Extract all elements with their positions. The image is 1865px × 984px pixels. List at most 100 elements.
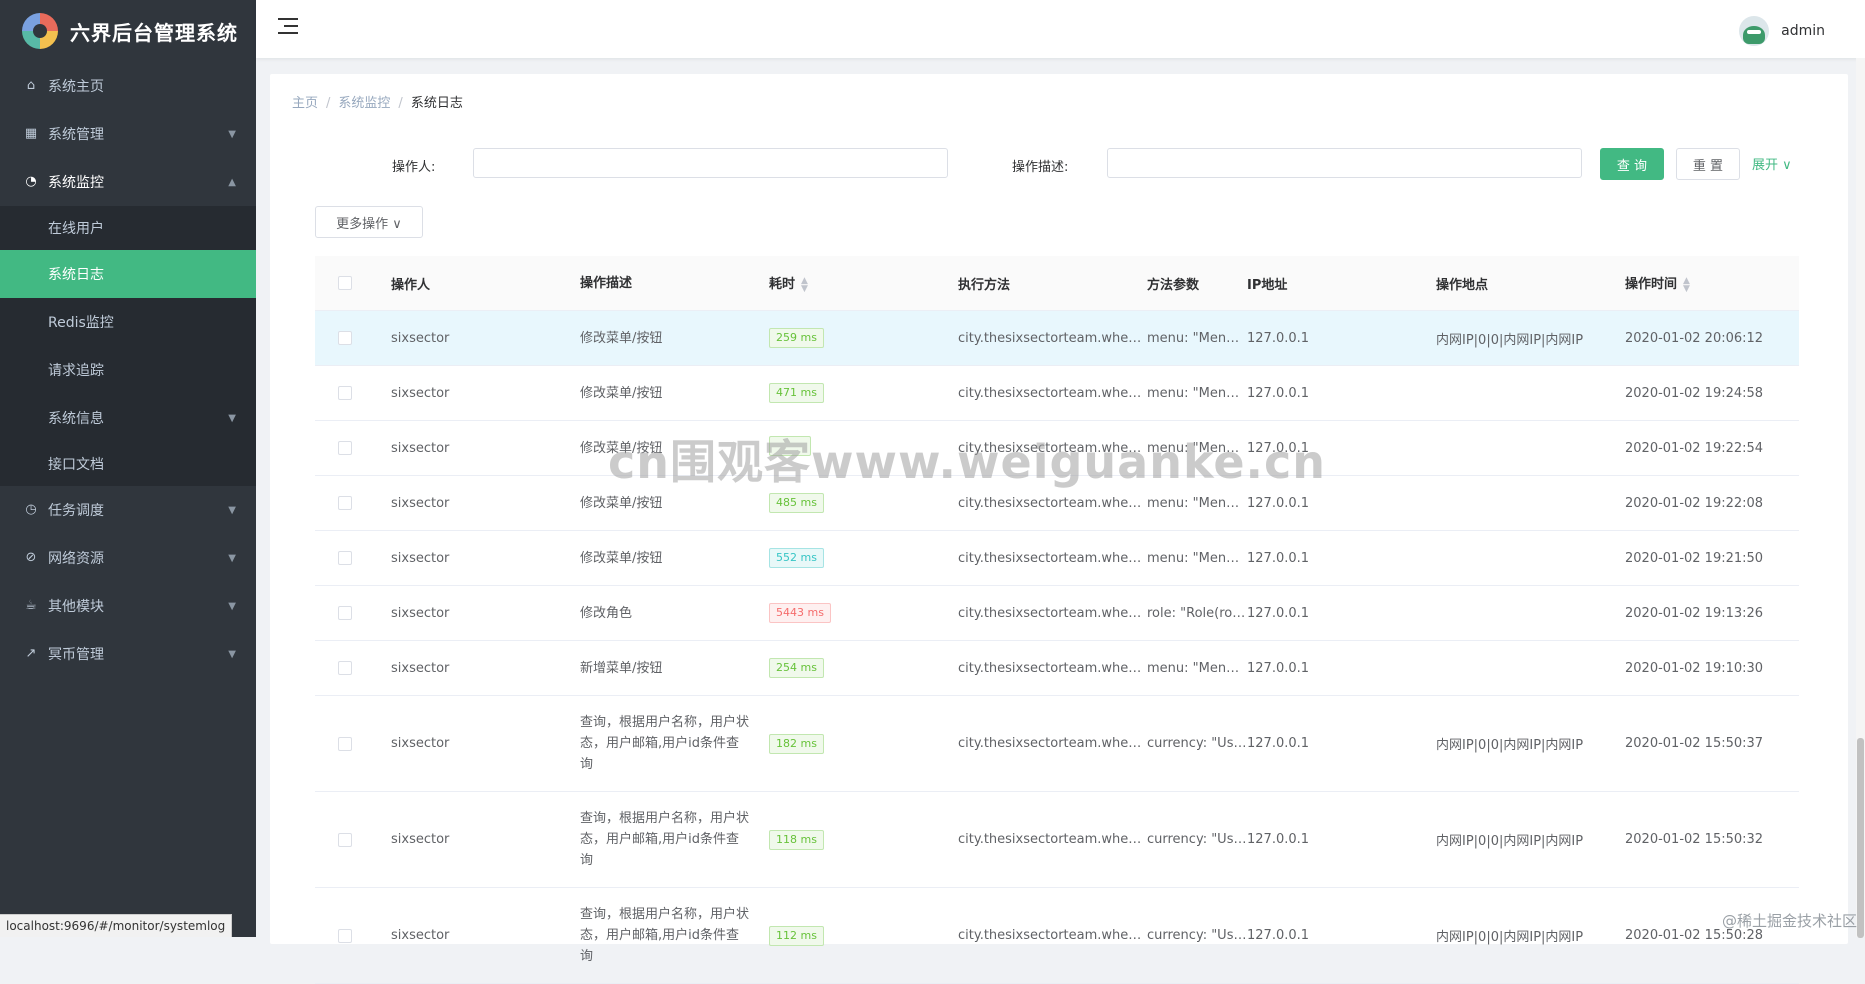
sidebar-item-label: Redis监控 [48,315,114,331]
username: admin [1781,23,1825,39]
col-location: 操作地点 [1436,277,1489,293]
cell-description: 修改菜单/按钮 [580,550,663,566]
row-checkbox[interactable] [338,386,352,400]
col-duration-label: 耗时 [769,277,796,293]
query-button[interactable]: 查 询 [1600,148,1664,180]
table-row[interactable]: sixsector 修改菜单/按钮 259 ms city.thesixsectort… [315,311,1799,366]
page-scrollbar[interactable] [1856,58,1865,938]
operator-input[interactable] [473,148,948,178]
cell-description: 修改菜单/按钮 [580,330,663,346]
monitor-icon: ◔ [25,174,37,189]
menu-fold-icon[interactable] [278,18,298,36]
operation-desc-input[interactable] [1107,148,1582,178]
sidebar-item-redis-monitor[interactable]: Redis监控 [0,298,256,346]
chevron-down-icon: ▼ [228,552,236,564]
sort-icon[interactable]: ▲ ▼ [801,276,808,293]
table-row[interactable]: sixsector 查询，根据用户名称，用户状态，用户邮箱,用户id条件查询 112… [315,888,1799,984]
cell-description: 修改菜单/按钮 [580,385,663,401]
user-dropdown[interactable]: admin [1739,16,1825,46]
table-row[interactable]: sixsector 修改菜单/按钮 485 ms city.thesixsectort… [315,476,1799,531]
expand-link[interactable]: 展开 ∨ [1752,154,1792,173]
cell-method: city.thesixsectorteam.wheelwo... [958,330,1147,346]
sidebar-item-task-scheduling[interactable]: ◷ 任务调度 ▼ [0,486,256,534]
cell-time: 2020-01-02 19:21:50 [1625,550,1764,566]
sidebar-item-api-docs[interactable]: 接口文档 [0,442,256,486]
table-row[interactable]: sixsector 修改菜单/按钮 471 ms city.thesixsectort… [315,366,1799,421]
corner-watermark: @稀土掘金技术社区 [1721,912,1857,930]
sidebar-item-system-info[interactable]: 系统信息 ▼ [0,394,256,442]
cell-method: city.thesixsectorteam.wheelwo... [958,440,1147,456]
row-checkbox[interactable] [338,736,352,751]
sidebar-item-label: 网络资源 [48,551,104,567]
more-operations-dropdown[interactable]: 更多操作 ∨ [315,206,423,238]
cell-params: menu: "Menu(... [1147,440,1247,456]
col-time[interactable]: 操作时间 ▲ ▼ [1625,273,1799,293]
table-row[interactable]: sixsector 查询，根据用户名称，用户状态，用户邮箱,用户id条件查询 182… [315,696,1799,792]
row-checkbox-cell [315,661,391,675]
home-icon: ⌂ [26,78,36,93]
sidebar-item-online-users[interactable]: 在线用户 [0,206,256,250]
duration-tag: 118 ms [769,829,824,850]
logo-area[interactable]: 六界后台管理系统 [0,0,256,62]
table-row[interactable]: sixsector 新增菜单/按钮 254 ms city.thesixsectort… [315,641,1799,696]
cell-location: 内网IP|0|0|内网IP|内网IP [1436,738,1584,753]
row-checkbox[interactable] [338,606,352,620]
sidebar-menu: ⌂ 系统主页 ▦ 系统管理 ▼ ◔ 系统监控 ▲ 在线用户 系统日志 Redis… [0,62,256,678]
cell-ip: 127.0.0.1 [1247,330,1310,346]
cell-duration: 485 ms [769,493,958,513]
col-duration[interactable]: 耗时 ▲ ▼ [769,273,958,293]
select-all-checkbox[interactable] [338,276,352,290]
cell-duration: 5443 ms [769,603,958,623]
duration-tag [769,436,811,456]
row-checkbox[interactable] [338,928,352,943]
cell-method: city.thesixsectorteam.wheelwo... [958,928,1147,943]
row-checkbox[interactable] [338,496,352,510]
row-checkbox[interactable] [338,441,352,455]
browser-status-bar: localhost:9696/#/monitor/systemlog [0,914,233,937]
operation-desc-label: 操作描述: [1012,160,1069,175]
cell-method: city.thesixsectorteam.wheelwo... [958,550,1147,566]
logo-icon [22,13,58,49]
sidebar-item-label: 请求追踪 [48,363,104,379]
row-checkbox[interactable] [338,661,352,675]
sidebar-item-system-monitor[interactable]: ◔ 系统监控 ▲ [0,158,256,206]
row-checkbox[interactable] [338,832,352,847]
sort-icon[interactable]: ▲ ▼ [1683,276,1690,293]
table-row[interactable]: sixsector 修改菜单/按钮 552 ms city.thesixsectort… [315,531,1799,586]
breadcrumb-system-monitor[interactable]: 系统监控 [338,96,390,111]
cell-params: menu: "Menu(... [1147,660,1247,676]
col-time-label: 操作时间 [1625,277,1678,293]
cell-time: 2020-01-02 15:50:37 [1625,736,1764,751]
cell-params: menu: "Menu(... [1147,495,1247,511]
chevron-down-icon: ▼ [228,412,236,424]
cell-duration: 254 ms [769,658,958,678]
table-row[interactable]: sixsector 查询，根据用户名称，用户状态，用户邮箱,用户id条件查询 118… [315,792,1799,888]
operator-label: 操作人: [392,160,436,175]
cell-ip: 127.0.0.1 [1247,832,1310,847]
scrollbar-thumb[interactable] [1857,738,1864,938]
table-row[interactable]: sixsector 修改菜单/按钮 city.thesixsectorteam.wh… [315,421,1799,476]
row-checkbox-cell [315,606,391,620]
row-checkbox[interactable] [338,551,352,565]
chevron-down-icon: ▼ [228,600,236,612]
sidebar-item-other-modules[interactable]: ☕ 其他模块 ▼ [0,582,256,630]
breadcrumb-home[interactable]: 主页 [292,96,318,111]
reset-button[interactable]: 重 置 [1676,148,1740,180]
sidebar-item-home[interactable]: ⌂ 系统主页 [0,62,256,110]
breadcrumb: 主页 / 系统监控 / 系统日志 [292,92,463,111]
sidebar-item-request-trace[interactable]: 请求追踪 [0,346,256,394]
sidebar-item-system-management[interactable]: ▦ 系统管理 ▼ [0,110,256,158]
cell-ip: 127.0.0.1 [1247,440,1310,456]
sidebar-item-currency-management[interactable]: ↗ 冥币管理 ▼ [0,630,256,678]
sidebar-item-system-log[interactable]: 系统日志 [0,250,256,298]
table-row[interactable]: sixsector 修改角色 5443 ms city.thesixsectortea… [315,586,1799,641]
cell-ip: 127.0.0.1 [1247,495,1310,511]
sidebar-item-network-resources[interactable]: ⊘ 网络资源 ▼ [0,534,256,582]
avatar[interactable] [1739,16,1770,46]
cell-duration [769,436,958,460]
row-checkbox[interactable] [338,331,352,345]
compass-icon: ⊘ [25,550,37,565]
row-checkbox-cell [315,441,391,455]
cell-description: 修改菜单/按钮 [580,495,663,511]
cell-operator: sixsector [391,928,450,943]
